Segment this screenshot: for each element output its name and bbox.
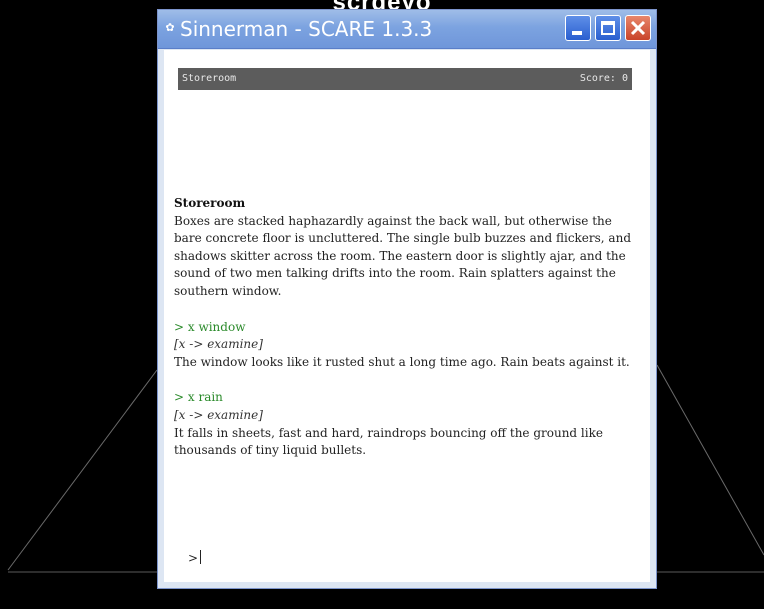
response-text: It falls in sheets, fast and hard, raind… [174,425,603,458]
close-button[interactable] [625,15,651,41]
command-text: > x rain [174,390,223,405]
transcript: Storeroom Boxes are stacked haphazardly … [174,195,634,478]
close-icon [630,20,646,36]
minimize-button[interactable] [565,15,591,41]
maximize-button[interactable] [595,15,621,41]
transcript-entry: > x window [x -> examine] The window loo… [174,319,634,372]
command-expansion: [x -> examine] [174,337,263,352]
room-description: Boxes are stacked haphazardly against th… [174,213,631,298]
status-bar: Storeroom Score: 0 [178,68,632,90]
command-input[interactable]: > [188,550,202,565]
window-title: Sinnerman - SCARE 1.3.3 [180,17,433,41]
maximize-icon [601,21,615,35]
room-title: Storeroom [174,196,246,210]
command-text: > x window [174,319,246,334]
game-window: ✿ Sinnerman - SCARE 1.3.3 Storeroom Scor… [157,9,657,589]
text-cursor [200,550,202,564]
input-prompt: > [188,551,199,565]
status-score: Score: 0 [579,73,628,84]
room-block: Storeroom Boxes are stacked haphazardly … [174,195,634,301]
minimize-icon [572,31,582,35]
response-text: The window looks like it rusted shut a l… [174,354,630,369]
game-content[interactable]: Storeroom Score: 0 Storeroom Boxes are s… [164,50,650,582]
status-location: Storeroom [182,73,237,84]
app-icon[interactable]: ✿ [164,22,176,34]
title-bar[interactable]: ✿ Sinnerman - SCARE 1.3.3 [158,10,656,49]
transcript-entry: > x rain [x -> examine] It falls in shee… [174,389,634,459]
command-expansion: [x -> examine] [174,407,263,422]
